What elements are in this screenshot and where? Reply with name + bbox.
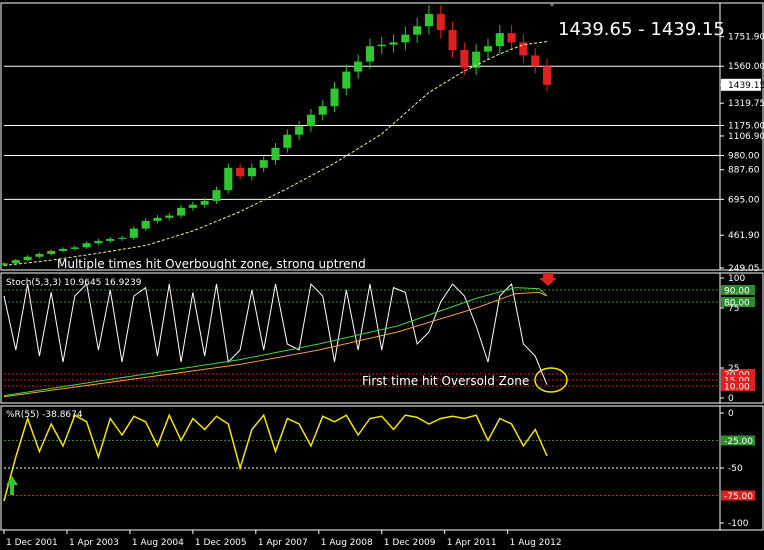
wr-label: %R(55) -38.8674 bbox=[6, 410, 83, 420]
price-panel: 1751.90 1560.00 1439.15 1319.75 1175.001106.… bbox=[0, 2, 764, 274]
candle-body bbox=[377, 44, 386, 47]
candle-body bbox=[247, 167, 256, 177]
stoch-level-label: 90.00 bbox=[724, 287, 750, 297]
candle-body bbox=[94, 240, 103, 244]
candle-body bbox=[448, 30, 457, 51]
price-top-marker-icon bbox=[549, 2, 555, 7]
x-tick-label: 1 Apr 2007 bbox=[258, 538, 308, 548]
candle-body bbox=[11, 260, 20, 264]
price-annotation: Multiple times hit Overbought zone, stro… bbox=[57, 257, 366, 271]
candle-body bbox=[354, 61, 363, 72]
candle-body bbox=[495, 33, 504, 47]
oversold-highlight-circle bbox=[534, 367, 568, 393]
x-tick-label: 1 Aug 2008 bbox=[321, 538, 373, 548]
stoch-tick-label: 75 bbox=[728, 304, 739, 314]
candle-body bbox=[531, 55, 540, 67]
candle-body bbox=[365, 46, 374, 62]
sell-signal-arrow-icon bbox=[539, 273, 557, 286]
x-tick-label: 1 Dec 2001 bbox=[6, 538, 58, 548]
candle-body bbox=[271, 147, 280, 161]
wr-level-label: -75.00 bbox=[724, 492, 753, 502]
candle-body bbox=[318, 106, 327, 115]
stoch-tick-label: 100 bbox=[728, 274, 745, 284]
candle-body bbox=[47, 250, 56, 255]
stoch-series-line bbox=[3, 282, 548, 385]
x-tick-label: 1 Apr 2011 bbox=[447, 538, 497, 548]
candle-body bbox=[542, 66, 552, 85]
price-tick-label: 1560.00 bbox=[728, 62, 764, 72]
candle-body bbox=[259, 160, 268, 168]
price-tick-label: 1439.15 bbox=[728, 81, 764, 91]
wr-series-line bbox=[3, 413, 548, 502]
candle-body bbox=[483, 46, 493, 52]
candle-body bbox=[0, 263, 9, 265]
price-tick-label: 461.90 bbox=[728, 231, 760, 241]
x-tick-label: 1 Aug 2012 bbox=[510, 538, 562, 548]
candle-body bbox=[165, 215, 174, 218]
price-tick-label: 1319.75 bbox=[728, 99, 764, 109]
price-tick-label: 695.00 bbox=[728, 195, 760, 205]
candle-body bbox=[212, 190, 221, 201]
candle-body bbox=[58, 248, 68, 251]
price-tick-label: 1751.90 bbox=[728, 33, 764, 43]
candle-body bbox=[236, 167, 245, 177]
stoch-tick-label: 25 bbox=[728, 364, 739, 374]
candle-body bbox=[389, 42, 398, 45]
candle-body bbox=[330, 88, 339, 107]
candle-body bbox=[117, 237, 127, 239]
wr-tick-label: 0 bbox=[728, 409, 734, 419]
x-tick-label: 1 Dec 2005 bbox=[195, 538, 247, 548]
candle-body bbox=[342, 71, 351, 89]
williams-r-panel: -25.00 -75.00 0 -50 -100 bbox=[3, 409, 755, 529]
stoch-annotation: First time hit Oversold Zone bbox=[362, 374, 529, 388]
candle-body bbox=[295, 126, 304, 135]
x-axis: 1 Dec 2001 1 Apr 2003 1 Aug 2004 1 Dec 2005… bbox=[3, 530, 562, 548]
candle-body bbox=[306, 114, 315, 127]
x-tick-label: 1 Apr 2003 bbox=[69, 538, 119, 548]
candle-body bbox=[23, 256, 32, 261]
price-tick-label: 887.60 bbox=[728, 166, 760, 176]
wr-tick-label: -100 bbox=[728, 519, 749, 529]
stoch-level-label: 10.00 bbox=[724, 383, 750, 393]
chart-canvas: 1751.90 1560.00 1439.15 1319.75 1175.001106.… bbox=[0, 2, 764, 548]
candle-body bbox=[129, 228, 138, 238]
candle-body bbox=[177, 207, 186, 216]
candle-body bbox=[70, 247, 79, 249]
candle-body bbox=[283, 134, 292, 148]
candle-body bbox=[436, 13, 445, 31]
stoch-label: Stoch(5,3,3) 10.9645 16.9239 bbox=[6, 278, 142, 288]
x-tick-label: 1 Aug 2004 bbox=[132, 538, 184, 548]
candle-body bbox=[141, 220, 150, 229]
candle-body bbox=[460, 50, 469, 68]
x-tick-label: 1 Dec 2009 bbox=[384, 538, 436, 548]
stoch-tick-label: 0 bbox=[728, 394, 734, 404]
price-tick-label: 1106.90 bbox=[728, 132, 764, 142]
candle-body bbox=[82, 243, 91, 248]
price-tick-label: 980.00 bbox=[728, 151, 760, 161]
candle-body bbox=[507, 33, 516, 43]
candle-body bbox=[35, 254, 44, 257]
price-tick-label: 1175.00 bbox=[728, 121, 764, 131]
wr-level-label: -25.00 bbox=[724, 437, 753, 447]
candle-body bbox=[200, 200, 209, 205]
price-tick-label: 249.05 bbox=[728, 264, 760, 274]
candle-body bbox=[413, 26, 422, 35]
candle-body bbox=[106, 238, 115, 241]
candle-body bbox=[224, 167, 233, 191]
candle-body bbox=[188, 204, 197, 208]
price-title: 1439.65 - 1439.15 bbox=[558, 19, 725, 40]
candle-body bbox=[424, 13, 434, 27]
candle-body bbox=[401, 34, 410, 43]
candle-body bbox=[153, 217, 162, 221]
wr-tick-label: -50 bbox=[728, 464, 743, 474]
